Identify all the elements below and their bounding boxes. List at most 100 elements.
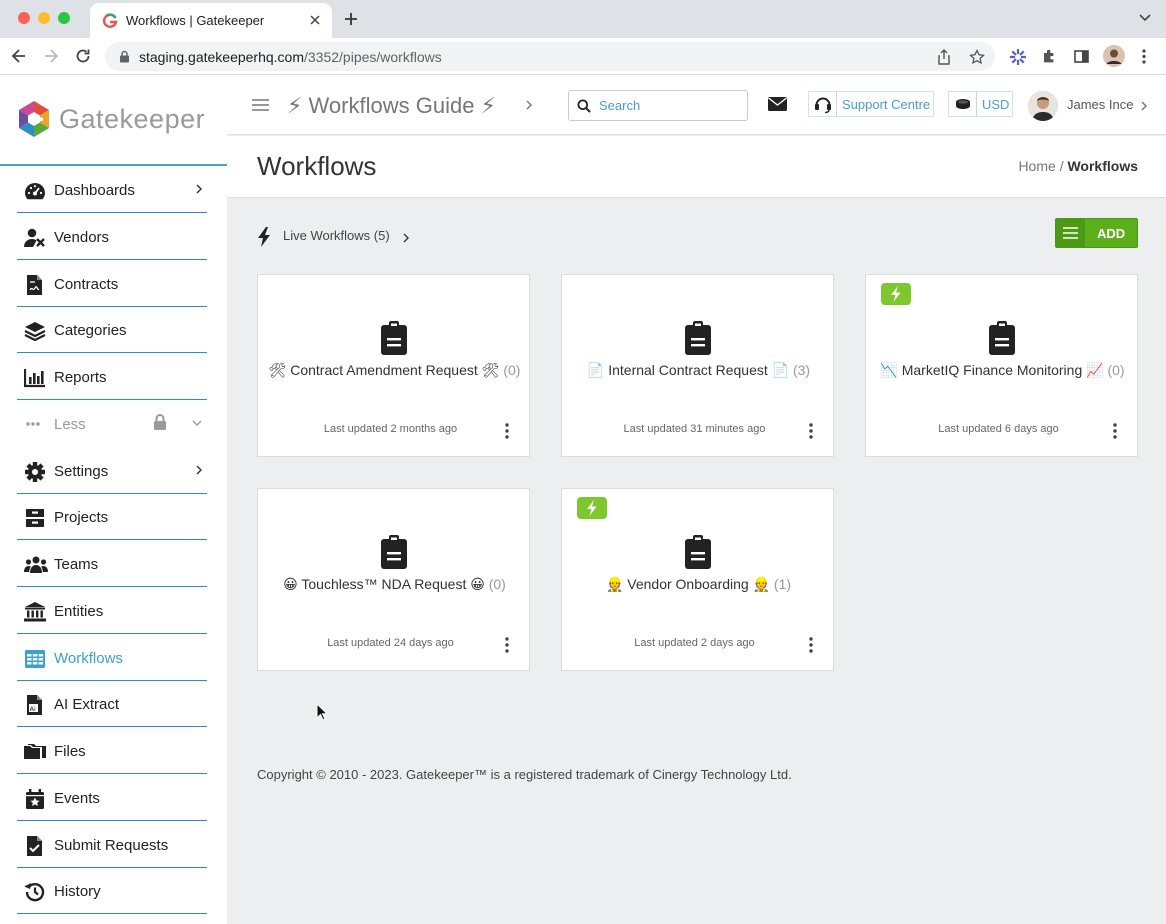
- workflow-updated: Last updated 2 months ago: [323, 423, 458, 435]
- sidebar-item-workflows[interactable]: Workflows: [17, 635, 207, 681]
- workflows-guide-link[interactable]: ⚡ Workflows Guide ⚡: [287, 93, 496, 119]
- close-tab-icon[interactable]: [306, 11, 324, 29]
- browser-tab-bar: Workflows | Gatekeeper: [0, 0, 1166, 38]
- sidebar-item-ai-extract[interactable]: Ai AI Extract: [17, 681, 207, 727]
- workflow-title[interactable]: 📄 Internal Contract Request 📄 (3): [562, 362, 835, 379]
- back-arrow-icon[interactable]: [10, 47, 28, 65]
- sidebar-item-less[interactable]: Less: [17, 401, 207, 447]
- profile-avatar-icon[interactable]: [1103, 45, 1125, 67]
- brand-name[interactable]: Gatekeeper: [59, 104, 205, 135]
- workflow-title[interactable]: 😀 Touchless™ NDA Request 😀 (0): [258, 576, 531, 593]
- browser-menu-icon[interactable]: [1141, 48, 1147, 65]
- workflow-card[interactable]: 👷 Vendor Onboarding 👷 (1) Last updated 2…: [561, 488, 834, 671]
- currency-button[interactable]: USD: [948, 91, 1013, 117]
- workflow-count: (0): [1107, 362, 1125, 378]
- breadcrumb-separator: /: [1059, 158, 1064, 174]
- add-workflow-button[interactable]: ADD: [1055, 218, 1138, 248]
- workflow-title[interactable]: 📉 MarketIQ Finance Monitoring 📈 (0): [866, 362, 1139, 379]
- clipboard-icon: [989, 321, 1015, 355]
- forward-arrow-icon[interactable]: [42, 47, 60, 65]
- extensions-puzzle-icon[interactable]: [1041, 48, 1058, 65]
- sidebar-item-vendors[interactable]: Vendors: [17, 214, 207, 260]
- extension-flower-icon[interactable]: [1009, 48, 1027, 66]
- sidebar-item-categories[interactable]: Categories: [17, 307, 207, 353]
- user-name[interactable]: James Ince: [1067, 97, 1133, 112]
- sidebar-item-events[interactable]: Events: [17, 775, 207, 821]
- sidebar-item-files[interactable]: Files: [17, 728, 207, 774]
- workflow-title[interactable]: 👷 Vendor Onboarding 👷 (1): [562, 576, 835, 593]
- workflow-updated: Last updated 31 minutes ago: [623, 423, 766, 435]
- close-window-button[interactable]: [18, 12, 30, 24]
- workflow-name: 😀 Touchless™ NDA Request 😀: [283, 576, 485, 592]
- top-bar: ⚡ Workflows Guide ⚡ Search Support Centr…: [227, 75, 1166, 135]
- reload-icon[interactable]: [74, 47, 92, 65]
- workflow-card[interactable]: 📉 MarketIQ Finance Monitoring 📈 (0) Last…: [865, 274, 1138, 457]
- layers-icon: [24, 321, 46, 341]
- history-icon: [24, 882, 46, 902]
- share-icon[interactable]: [936, 49, 952, 65]
- new-tab-icon[interactable]: [342, 10, 360, 28]
- chevron-right-icon[interactable]: [1140, 100, 1148, 112]
- sidebar-item-entities[interactable]: Entities: [17, 588, 207, 634]
- bank-icon: [24, 602, 46, 622]
- workflow-count: (0): [488, 576, 506, 592]
- file-check-icon: [24, 836, 46, 856]
- support-centre-label: Support Centre: [842, 97, 931, 112]
- chevron-right-icon: [402, 232, 410, 244]
- sidebar-item-history[interactable]: History: [17, 868, 207, 914]
- live-workflows-label: Live Workflows (5): [283, 228, 390, 243]
- support-centre-button[interactable]: Support Centre: [808, 91, 934, 117]
- chevron-down-icon: [191, 419, 203, 427]
- sidebar-item-label: Categories: [54, 322, 127, 339]
- more-options-icon[interactable]: [505, 637, 509, 653]
- contract-icon: [24, 275, 46, 295]
- tab-list-chevron-icon[interactable]: [1138, 13, 1152, 23]
- browser-tab[interactable]: Workflows | Gatekeeper: [90, 3, 332, 38]
- more-options-icon[interactable]: [809, 637, 813, 653]
- chevron-right-icon: [195, 183, 203, 195]
- gatekeeper-logo-icon[interactable]: [16, 100, 52, 138]
- mail-icon[interactable]: [768, 97, 787, 111]
- workflow-card[interactable]: 📄 Internal Contract Request 📄 (3) Last u…: [561, 274, 834, 457]
- search-placeholder: Search: [599, 98, 641, 113]
- sidebar-item-label: Contracts: [54, 276, 119, 293]
- clipboard-icon: [685, 535, 711, 569]
- sidebar-item-label: History: [54, 883, 101, 900]
- workflow-card[interactable]: 😀 Touchless™ NDA Request 😀 (0) Last upda…: [257, 488, 530, 671]
- more-options-icon[interactable]: [1113, 423, 1117, 439]
- search-input[interactable]: Search: [568, 90, 748, 121]
- folders-icon: [24, 742, 46, 762]
- bookmark-star-icon[interactable]: [969, 49, 985, 65]
- side-panel-icon[interactable]: [1073, 48, 1090, 65]
- sidebar: Gatekeeper Dashboards Vendors Contracts …: [0, 75, 227, 924]
- minimize-window-button[interactable]: [38, 12, 50, 24]
- address-bar[interactable]: staging.gatekeeperhq.com/3352/pipes/work…: [105, 42, 995, 71]
- sidebar-item-settings[interactable]: Settings: [17, 448, 207, 494]
- ellipsis-icon: [24, 415, 46, 435]
- more-options-icon[interactable]: [505, 423, 509, 439]
- sidebar-item-label: Reports: [54, 369, 107, 386]
- list-icon: [1056, 219, 1085, 247]
- sidebar-item-submit-requests[interactable]: Submit Requests: [17, 822, 207, 868]
- gatekeeper-favicon-icon: [102, 13, 118, 29]
- zoom-window-button[interactable]: [58, 12, 70, 24]
- sidebar-item-teams[interactable]: Teams: [17, 541, 207, 587]
- more-options-icon[interactable]: [809, 423, 813, 439]
- workflow-name: 📉 MarketIQ Finance Monitoring 📈: [880, 362, 1104, 378]
- user-avatar[interactable]: [1028, 91, 1058, 121]
- workflow-card[interactable]: 🛠 Contract Amendment Request 🛠 (0) Last …: [257, 274, 530, 457]
- sidebar-item-reports[interactable]: Reports: [17, 354, 207, 400]
- sidebar-item-contracts[interactable]: Contracts: [17, 261, 207, 307]
- ai-file-icon: Ai: [24, 695, 46, 715]
- hamburger-menu-icon[interactable]: [252, 99, 269, 111]
- workflow-title[interactable]: 🛠 Contract Amendment Request 🛠 (0): [258, 362, 531, 379]
- lock-icon: [119, 50, 130, 63]
- breadcrumb-home[interactable]: Home: [1018, 158, 1055, 174]
- clipboard-icon: [381, 321, 407, 355]
- headset-icon: [809, 92, 837, 116]
- workflow-count: (0): [503, 362, 521, 378]
- workflow-name: 👷 Vendor Onboarding 👷: [605, 576, 771, 592]
- sidebar-item-projects[interactable]: Projects: [17, 494, 207, 540]
- sidebar-item-dashboards[interactable]: Dashboards: [17, 167, 207, 213]
- chevron-right-icon[interactable]: [525, 99, 533, 111]
